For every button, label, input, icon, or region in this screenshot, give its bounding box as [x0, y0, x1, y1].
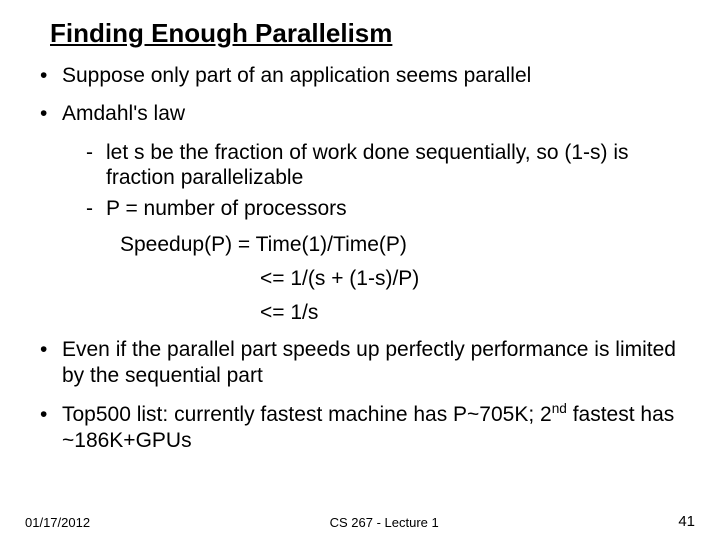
equation-bound1: <= 1/(s + (1-s)/P): [260, 267, 680, 291]
subbullet-processors: - P = number of processors: [86, 196, 680, 221]
equation-speedup: Speedup(P) = Time(1)/Time(P): [120, 233, 680, 257]
footer-date: 01/17/2012: [25, 515, 90, 530]
bullet-text: Suppose only part of an application seem…: [62, 63, 531, 89]
bullet-text: Top500 list: currently fastest machine h…: [62, 402, 680, 455]
subbullet-fraction: - let s be the fraction of work done seq…: [86, 140, 680, 190]
subbullet-text: let s be the fraction of work done seque…: [106, 140, 680, 190]
slide-title: Finding Enough Parallelism: [50, 18, 680, 49]
footer-course: CS 267 - Lecture 1: [90, 515, 678, 530]
bullet-text: Amdahl's law: [62, 101, 185, 127]
bullet-limited: • Even if the parallel part speeds up pe…: [40, 337, 680, 390]
bullet-top500: • Top500 list: currently fastest machine…: [40, 402, 680, 455]
bullet-dot: •: [40, 63, 62, 89]
slide-footer: 01/17/2012 CS 267 - Lecture 1 41: [0, 513, 720, 530]
bullet-dot: •: [40, 402, 62, 455]
bullet-suppose: • Suppose only part of an application se…: [40, 63, 680, 89]
footer-page-number: 41: [678, 513, 695, 530]
equation-bound2: <= 1/s: [260, 301, 680, 325]
bullet-amdahl: • Amdahl's law: [40, 101, 680, 127]
bullet-text: Even if the parallel part speeds up perf…: [62, 337, 680, 390]
subbullet-text: P = number of processors: [106, 196, 347, 221]
bullet-dot: •: [40, 337, 62, 390]
dash-icon: -: [86, 196, 106, 221]
dash-icon: -: [86, 140, 106, 190]
bullet-dot: •: [40, 101, 62, 127]
